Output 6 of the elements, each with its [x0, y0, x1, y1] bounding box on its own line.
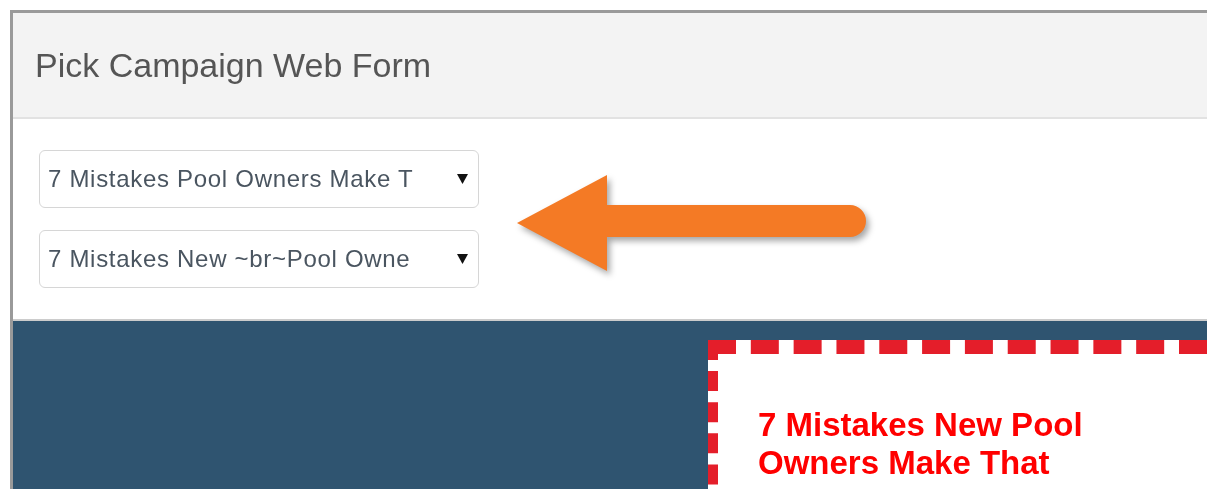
panel-title: Pick Campaign Web Form: [35, 45, 432, 85]
campaign-dropdown[interactable]: 7 Mistakes New ~br~Pool Owne: [39, 230, 479, 288]
preview-headline: 7 Mistakes New Pool Owners Make That: [758, 406, 1084, 482]
caret-icon: [457, 254, 468, 264]
campaign-dropdown[interactable]: 7 Mistakes Pool Owners Make T: [39, 150, 479, 208]
caret-icon: [457, 174, 468, 184]
